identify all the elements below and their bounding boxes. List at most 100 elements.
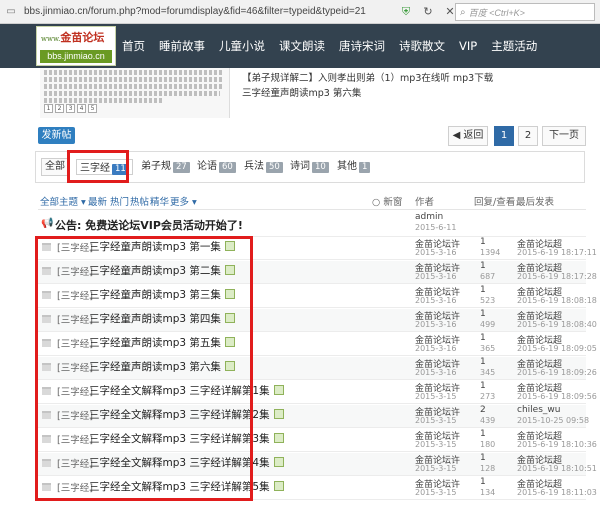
sort-digest[interactable]: 精华 xyxy=(150,194,169,208)
last-post-date[interactable]: 2015-6-19 18:09:56 xyxy=(517,392,597,401)
filter-dizigui[interactable]: 弟子规 27 xyxy=(141,159,190,175)
thread-category-tag[interactable]: [三字经] xyxy=(57,312,93,326)
nav-text-reading[interactable]: 课文朗读 xyxy=(279,38,325,54)
refresh-icon[interactable]: ↻ xyxy=(420,4,436,20)
thread-category-tag[interactable]: [三字经] xyxy=(57,336,93,350)
address-field[interactable]: bbs.jinmiao.cn/forum.php?mod=forumdispla… xyxy=(24,6,392,17)
filter-sanzijing[interactable]: 三字经 11 xyxy=(76,159,133,175)
folder-icon xyxy=(42,363,51,371)
page-1-button[interactable]: 1 xyxy=(494,126,514,146)
preview-strip: 1 2 3 4 5 【弟子规详解二】入则孝出则弟（1）mp3在线听 mp3下载 … xyxy=(0,68,600,118)
new-post-button[interactable]: 发新帖 xyxy=(38,127,75,144)
filter-bingfa[interactable]: 兵法 50 xyxy=(244,159,283,175)
nav-home[interactable]: 首页 xyxy=(122,38,145,54)
preview-link-1[interactable]: 【弟子规详解二】入则孝出则弟（1）mp3在线听 mp3下载 xyxy=(242,70,493,84)
last-post-date[interactable]: 2015-6-19 18:10:36 xyxy=(517,440,597,449)
sort-all-themes[interactable]: 全部主题 ▾ xyxy=(40,194,86,208)
table-row[interactable]: [三字经] 三字经全文解释mp3 三字经详解第2集 金苗论坛许 2015-3-15 2 4… xyxy=(38,405,589,428)
preview-page-1[interactable]: 1 xyxy=(44,104,53,113)
thread-category-tag[interactable]: [三字经] xyxy=(57,384,93,398)
thread-date: 2015-3-15 xyxy=(415,392,457,401)
announcement-link[interactable]: 公告: 免费送论坛VIP会员活动开始了! xyxy=(55,217,243,233)
thread-title-link[interactable]: 三字经童声朗读mp3 第六集 xyxy=(89,359,235,374)
nav-tang-song-poems[interactable]: 唐诗宋词 xyxy=(339,38,385,54)
thread-title-link[interactable]: 三字经全文解释mp3 三字经详解第4集 xyxy=(89,455,284,470)
view-count: 687 xyxy=(480,272,496,281)
table-row[interactable]: [三字经] 三字经童声朗读mp3 第四集 金苗论坛许 2015-3-16 1 499 金苗论… xyxy=(38,309,597,332)
table-row[interactable]: [三字经] 三字经童声朗读mp3 第三集 金苗论坛许 2015-3-16 1 523 金苗论… xyxy=(38,285,597,308)
thread-title-link[interactable]: 三字经全文解释mp3 三字经详解第1集 xyxy=(89,383,284,398)
thread-date: 2015-3-16 xyxy=(415,248,457,257)
last-post-date[interactable]: 2015-6-19 18:09:05 xyxy=(517,344,597,353)
last-post-date[interactable]: 2015-6-19 18:08:40 xyxy=(517,320,597,329)
preview-page-2[interactable]: 2 xyxy=(55,104,64,113)
folder-icon xyxy=(42,411,51,419)
preview-link-2[interactable]: 三字经童声朗读mp3 第六集 xyxy=(242,85,361,99)
preview-page-4[interactable]: 4 xyxy=(77,104,86,113)
thread-category-tag[interactable]: [三字经] xyxy=(57,264,93,278)
nav-events[interactable]: 主题活动 xyxy=(491,38,537,54)
thread-category-tag[interactable]: [三字经] xyxy=(57,288,93,302)
page-2-button[interactable]: 2 xyxy=(518,126,538,146)
filter-shici[interactable]: 诗词 10 xyxy=(290,159,329,175)
new-window-toggle[interactable]: ○ 新窗 xyxy=(372,194,402,208)
thread-category-tag[interactable]: [三字经] xyxy=(57,432,93,446)
attachment-icon xyxy=(224,265,235,275)
thread-title-link[interactable]: 三字经童声朗读mp3 第三集 xyxy=(89,287,235,302)
table-row[interactable]: [三字经] 三字经童声朗读mp3 第二集 金苗论坛许 2015-3-16 1 687 金苗论… xyxy=(38,261,597,284)
nav-bedtime-stories[interactable]: 睡前故事 xyxy=(159,38,205,54)
nav-kids-novels[interactable]: 儿童小说 xyxy=(219,38,265,54)
thread-category-tag[interactable]: [三字经] xyxy=(57,408,93,422)
sort-latest[interactable]: 最新 xyxy=(88,194,107,208)
attachment-icon xyxy=(224,313,235,323)
folder-icon xyxy=(42,267,51,275)
sort-hot-post[interactable]: 热帖 xyxy=(130,194,149,208)
filter-lunyu[interactable]: 论语 60 xyxy=(197,159,236,175)
last-post-date[interactable]: 2015-10-25 09:58 xyxy=(517,416,589,425)
last-post-date[interactable]: 2015-6-19 18:17:28 xyxy=(517,272,597,281)
table-row[interactable]: [三字经] 三字经全文解释mp3 三字经详解第1集 金苗论坛许 2015-3-15 1 2… xyxy=(38,381,597,404)
last-post-date[interactable]: 2015-6-19 18:09:26 xyxy=(517,368,597,377)
last-post-date[interactable]: 2015-6-19 18:10:51 xyxy=(517,464,597,473)
table-row[interactable]: [三字经] 三字经全文解释mp3 三字经详解第5集 金苗论坛许 2015-3-15 1 1… xyxy=(38,477,597,500)
thread-title-link[interactable]: 三字经童声朗读mp3 第四集 xyxy=(89,311,235,326)
shield-icon[interactable]: ⛨ xyxy=(398,4,414,20)
logo-domain: bbs.jinmiao.cn xyxy=(40,50,112,63)
reply-count: 1 xyxy=(480,333,486,343)
table-row[interactable]: [三字经] 三字经童声朗读mp3 第五集 金苗论坛许 2015-3-16 1 365 金苗论… xyxy=(38,333,597,356)
thread-category-tag[interactable]: [三字经] xyxy=(57,240,93,254)
thread-title-link[interactable]: 三字经童声朗读mp3 第二集 xyxy=(89,263,235,278)
table-row[interactable]: [三字经] 三字经全文解释mp3 三字经详解第3集 金苗论坛许 2015-3-15 1 1… xyxy=(38,429,597,452)
sort-hot[interactable]: 热门 xyxy=(110,194,129,208)
back-button[interactable]: ◀ 返回 xyxy=(448,126,488,146)
reply-count: 2 xyxy=(480,405,486,415)
thread-category-tag[interactable]: [三字经] xyxy=(57,360,93,374)
thread-date: 2015-3-15 xyxy=(415,488,457,497)
next-page-button[interactable]: 下一页 xyxy=(542,126,586,146)
filter-other[interactable]: 其他 1 xyxy=(337,159,371,175)
thread-title-link[interactable]: 三字经全文解释mp3 三字经详解第5集 xyxy=(89,479,284,494)
thread-category-tag[interactable]: [三字经] xyxy=(57,456,93,470)
table-row[interactable]: [三字经] 三字经童声朗读mp3 第六集 金苗论坛许 2015-3-16 1 345 金苗论… xyxy=(38,357,597,380)
thread-title-link[interactable]: 三字经童声朗读mp3 第一集 xyxy=(89,239,235,254)
search-input[interactable]: ⌕ 百度 <Ctrl+K> xyxy=(455,3,595,21)
sort-more[interactable]: 更多 ▾ xyxy=(170,194,197,208)
preview-page-5[interactable]: 5 xyxy=(88,104,97,113)
announcement-author[interactable]: admin xyxy=(415,212,443,222)
last-post-date[interactable]: 2015-6-19 18:11:03 xyxy=(517,488,597,497)
preview-page-3[interactable]: 3 xyxy=(66,104,75,113)
site-logo[interactable]: www.金苗论坛 bbs.jinmiao.cn xyxy=(36,26,116,66)
table-row[interactable]: [三字经] 三字经全文解释mp3 三字经详解第4集 金苗论坛许 2015-3-15 1 1… xyxy=(38,453,597,476)
nav-vip[interactable]: VIP xyxy=(459,39,477,53)
thread-title-link[interactable]: 三字经童声朗读mp3 第五集 xyxy=(89,335,235,350)
thread-category-tag[interactable]: [三字经] xyxy=(57,480,93,494)
last-poster[interactable]: chiles_wu xyxy=(517,405,560,415)
last-post-date[interactable]: 2015-6-19 18:17:11 xyxy=(517,248,597,257)
filter-all[interactable]: 全部 xyxy=(41,158,69,176)
nav-poetry-prose[interactable]: 诗歌散文 xyxy=(399,38,445,54)
thread-title-link[interactable]: 三字经全文解释mp3 三字经详解第3集 xyxy=(89,431,284,446)
thread-title-link[interactable]: 三字经全文解释mp3 三字经详解第2集 xyxy=(89,407,284,422)
table-row[interactable]: [三字经] 三字经童声朗读mp3 第一集 金苗论坛许 2015-3-16 1 1394 金苗… xyxy=(38,237,597,260)
site-header: www.金苗论坛 bbs.jinmiao.cn 首页 睡前故事 儿童小说 课文朗… xyxy=(0,24,600,68)
last-post-date[interactable]: 2015-6-19 18:08:18 xyxy=(517,296,597,305)
